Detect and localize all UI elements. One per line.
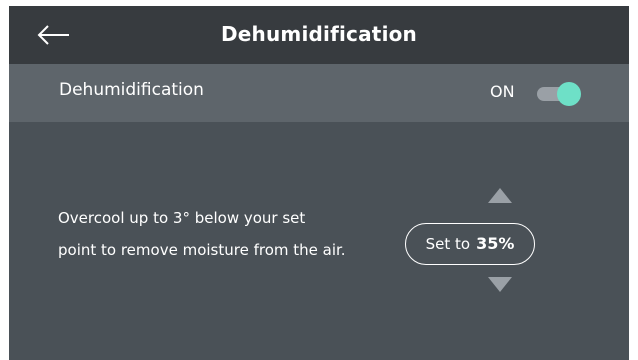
dehumidification-screen: Dehumidification Dehumidification ON Ove… <box>9 6 629 360</box>
description-line-2: point to remove moisture from the air. <box>58 241 346 259</box>
setpoint-value: 35% <box>476 234 515 253</box>
humidity-setpoint-stepper: Set to 35% <box>405 188 541 298</box>
triangle-up-icon[interactable] <box>488 188 512 203</box>
triangle-down-icon[interactable] <box>488 277 512 292</box>
toggle-label: Dehumidification <box>59 80 204 100</box>
toggle-state-label: ON <box>490 82 515 101</box>
header-bar: Dehumidification <box>9 6 629 64</box>
setpoint-prefix: Set to <box>425 235 471 253</box>
toggle-knob <box>557 82 581 106</box>
description-line-1: Overcool up to 3° below your set <box>58 209 306 227</box>
dehumidification-toggle-row[interactable]: Dehumidification ON <box>9 64 629 122</box>
dehumidification-toggle-switch[interactable] <box>535 82 585 106</box>
setpoint-value-pill: Set to 35% <box>405 223 535 265</box>
description-text: Overcool up to 3° below your set point t… <box>58 202 418 266</box>
page-title: Dehumidification <box>220 22 417 46</box>
